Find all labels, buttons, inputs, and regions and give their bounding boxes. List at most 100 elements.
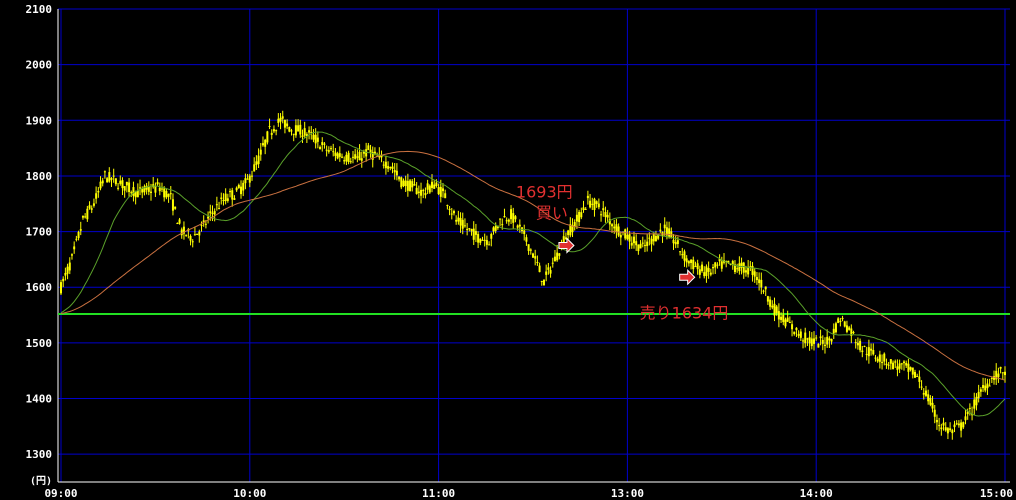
candle-body (766, 296, 769, 302)
candle-body (674, 242, 677, 245)
candle-body (279, 117, 282, 122)
candle-body (909, 367, 912, 370)
candle-body (60, 282, 62, 294)
candle-body (949, 428, 952, 431)
candle-body (200, 224, 203, 226)
candle-body (441, 188, 444, 192)
candle-body (690, 259, 693, 263)
candle-body (73, 246, 76, 250)
candle-body (626, 234, 629, 240)
candle-body (330, 148, 333, 150)
candle-body (646, 241, 649, 247)
candle-body (490, 234, 493, 239)
candle-body (692, 259, 695, 270)
candle-body (903, 361, 906, 364)
candle-body (874, 357, 877, 359)
candle-body (878, 354, 881, 362)
candle-body (439, 186, 442, 197)
candle-body (876, 358, 879, 362)
candle-body (66, 266, 69, 274)
candle-body (518, 224, 521, 227)
candle-body (308, 130, 311, 133)
candle-body (712, 267, 715, 269)
candle-body (795, 327, 798, 331)
candle-body (762, 290, 765, 292)
candle-body (356, 156, 359, 158)
candle-body (281, 116, 284, 119)
candle-body (290, 130, 293, 132)
candle-body (406, 180, 409, 191)
candle-body (479, 238, 482, 243)
candle-body (630, 242, 633, 246)
candle-body (360, 158, 363, 161)
candle-body (775, 306, 778, 314)
candle-body (694, 266, 697, 268)
candle-body (264, 139, 267, 147)
candle-body (75, 238, 78, 240)
candle-body (130, 192, 133, 194)
candle-body (160, 188, 163, 190)
candle-body (648, 237, 651, 239)
candle-body (553, 256, 556, 262)
candle-body (128, 182, 131, 193)
sell-arrow-icon (679, 269, 696, 286)
candle-body (999, 366, 1002, 369)
candle-body (275, 130, 278, 132)
candle-body (431, 181, 434, 188)
candle-body (132, 187, 135, 196)
candle-body (294, 125, 297, 136)
candle-body (88, 205, 91, 209)
candle-body (654, 236, 657, 242)
candle-body (452, 211, 455, 214)
candle-body (578, 211, 581, 223)
candle-body (389, 167, 392, 169)
candle-body (70, 254, 73, 256)
candle-body (437, 187, 440, 195)
candle-body (393, 169, 396, 173)
candle-body (628, 234, 631, 242)
candle-body (632, 236, 635, 244)
candle-body (391, 166, 394, 169)
candle-body (123, 186, 126, 191)
candle-body (222, 199, 225, 202)
candle-body (301, 135, 304, 138)
candle-body (349, 161, 352, 163)
candle-body (681, 254, 684, 256)
candle-body (494, 225, 497, 231)
candle-body (507, 219, 510, 222)
candle-body (226, 198, 229, 201)
candle-body (77, 231, 80, 239)
candle-body (319, 146, 322, 150)
candle-body (988, 385, 991, 387)
candle-body (738, 263, 741, 272)
candle-body (174, 206, 177, 209)
candle-body (525, 237, 528, 242)
y-tick-label: 1700 (26, 226, 53, 239)
candle-body (529, 249, 532, 251)
candle-body (769, 299, 772, 307)
candle-body (242, 182, 245, 191)
candle-body (977, 391, 980, 399)
candle-body (84, 216, 87, 218)
candle-body (927, 394, 930, 402)
candle-body (534, 256, 537, 259)
candle-body (707, 268, 710, 272)
candle-body (913, 371, 916, 378)
candle-body (191, 241, 194, 243)
candle-body (676, 240, 679, 245)
candle-body (549, 270, 552, 274)
moving-averages (60, 131, 1006, 417)
candle-body (415, 187, 418, 195)
candle-body (791, 324, 794, 330)
y-tick-label: 1900 (26, 114, 53, 127)
candle-body (637, 244, 640, 252)
candle-body (461, 219, 464, 229)
candle-body (336, 153, 339, 159)
candle-body (834, 323, 837, 333)
x-tick-label: 10:00 (233, 487, 266, 500)
candle-body (211, 212, 214, 214)
candle-body (316, 137, 319, 142)
candle-body (920, 386, 923, 388)
candle-body (815, 337, 818, 339)
candle-body (635, 241, 638, 246)
